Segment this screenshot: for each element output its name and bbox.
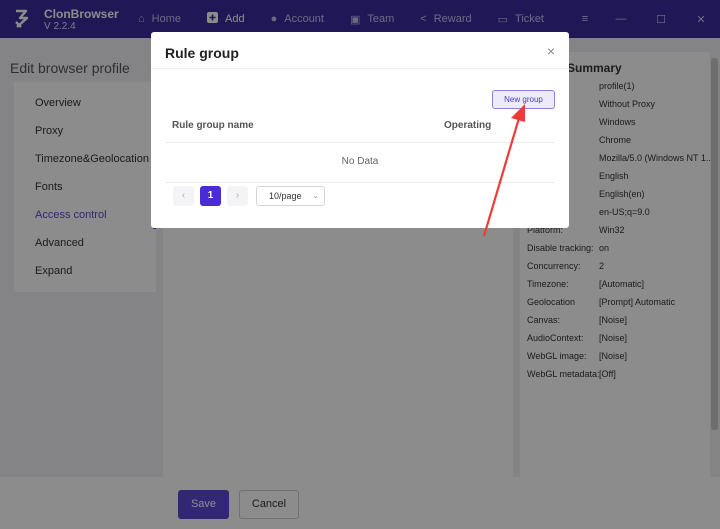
column-header-rule-group-name: Rule group name [172, 120, 254, 131]
new-group-button[interactable]: New group [492, 90, 555, 109]
page-size-select[interactable]: 10/page ⌄ [256, 186, 325, 206]
table-header-divider [165, 142, 555, 143]
pagination-next-button[interactable]: › [227, 186, 248, 206]
close-icon[interactable]: × [547, 43, 555, 59]
table-bottom-divider [165, 182, 555, 183]
dialog-title: Rule group [165, 45, 239, 61]
page-size-value: 10/page [269, 191, 302, 201]
chevron-down-icon: ⌄ [312, 191, 319, 200]
empty-state-text: No Data [341, 156, 379, 167]
pagination-page-1[interactable]: 1 [200, 186, 221, 206]
rule-group-dialog: Rule group × New group Rule group name O… [151, 32, 569, 228]
dialog-divider [151, 68, 569, 69]
column-header-operating: Operating [444, 120, 492, 131]
pagination-prev-button[interactable]: ‹ [173, 186, 194, 206]
